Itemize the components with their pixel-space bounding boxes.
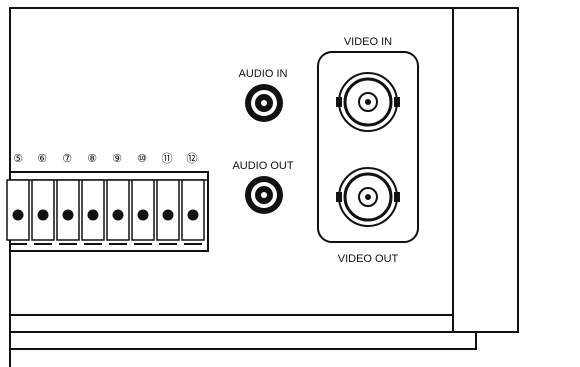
bottom-rail — [9, 315, 477, 350]
audio-in-jack[interactable] — [245, 84, 283, 122]
terminal-number-11: ⑪ — [162, 152, 173, 165]
terminal-screw[interactable] — [87, 209, 99, 221]
terminal-screw[interactable] — [137, 209, 149, 221]
video-in-bnc-connector[interactable] — [336, 72, 400, 132]
terminal-screw[interactable] — [37, 209, 49, 221]
video-out-label: VIDEO OUT — [338, 253, 399, 265]
terminal-number-8: ⑧ — [87, 152, 97, 165]
terminal-screw[interactable] — [187, 209, 199, 221]
audio-out-label: AUDIO OUT — [232, 160, 293, 172]
terminal-number-6: ⑥ — [37, 152, 47, 165]
terminal-screw[interactable] — [162, 209, 174, 221]
audio-in-label: AUDIO IN — [239, 68, 288, 80]
terminal-number-10: ⑩ — [137, 152, 147, 165]
terminal-screw[interactable] — [112, 209, 124, 221]
terminal-numbers: ⑤ ⑥ ⑦ ⑧ ⑨ ⑩ ⑪ ⑫ — [13, 152, 197, 165]
audio-out-jack[interactable] — [245, 176, 283, 214]
terminal-number-5: ⑤ — [13, 152, 23, 165]
side-panel — [453, 7, 519, 333]
terminal-number-7: ⑦ — [62, 152, 72, 165]
terminal-screw[interactable] — [12, 209, 24, 221]
terminal-number-9: ⑨ — [112, 152, 122, 165]
rear-panel-diagram: ⑤ ⑥ ⑦ ⑧ ⑨ ⑩ ⑪ ⑫ AUDIO IN AUDIO OUT VIDEO… — [6, 7, 519, 367]
terminal-block: ⑤ ⑥ ⑦ ⑧ ⑨ ⑩ ⑪ ⑫ — [6, 152, 209, 252]
video-out-bnc-connector[interactable] — [336, 167, 400, 227]
terminal-screw[interactable] — [62, 209, 74, 221]
video-in-label: VIDEO IN — [344, 36, 392, 48]
terminal-number-12: ⑫ — [187, 152, 198, 165]
